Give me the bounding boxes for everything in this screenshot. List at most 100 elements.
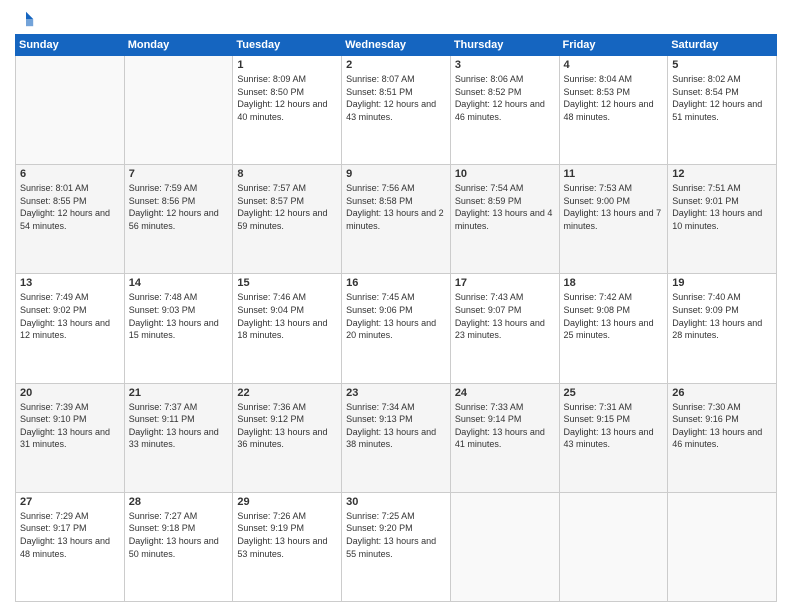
- calendar-cell: 22 Sunrise: 7:36 AM Sunset: 9:12 PM Dayli…: [233, 383, 342, 492]
- day-number: 12: [672, 168, 772, 180]
- calendar-cell: 18 Sunrise: 7:42 AM Sunset: 9:08 PM Dayli…: [559, 274, 668, 383]
- day-number: 10: [455, 168, 555, 180]
- day-info: Sunrise: 7:36 AM Sunset: 9:12 PM Dayligh…: [237, 401, 337, 451]
- day-info: Sunrise: 7:42 AM Sunset: 9:08 PM Dayligh…: [564, 291, 664, 341]
- calendar-cell: 25Sunrise: 7:31 AM Sunset: 9:15 PM Dayli…: [559, 383, 668, 492]
- calendar-cell: 11Sunrise: 7:53 AM Sunset: 9:00 PM Dayli…: [559, 165, 668, 274]
- calendar-header-thursday: Thursday: [450, 35, 559, 56]
- day-info: Sunrise: 7:34 AM Sunset: 9:13 PM Dayligh…: [346, 401, 446, 451]
- day-info: Sunrise: 8:09 AM Sunset: 8:50 PM Dayligh…: [237, 73, 337, 123]
- logo-icon: [17, 10, 35, 28]
- calendar-cell: 17 Sunrise: 7:43 AM Sunset: 9:07 PM Dayli…: [450, 274, 559, 383]
- day-info: Sunrise: 8:07 AM Sunset: 8:51 PM Dayligh…: [346, 73, 446, 123]
- day-number: 11: [564, 168, 664, 180]
- day-number: 8: [237, 168, 337, 180]
- day-info: Sunrise: 7:51 AM Sunset: 9:01 PM Dayligh…: [672, 182, 772, 232]
- calendar-cell: 30 Sunrise: 7:25 AM Sunset: 9:20 PM Dayli…: [342, 492, 451, 601]
- day-number: 24: [455, 387, 555, 399]
- day-number: 16: [346, 277, 446, 289]
- calendar-header-sunday: Sunday: [16, 35, 125, 56]
- day-number: 18: [564, 277, 664, 289]
- calendar-cell: 20 Sunrise: 7:39 AM Sunset: 9:10 PM Dayli…: [16, 383, 125, 492]
- calendar-cell: 27Sunrise: 7:29 AM Sunset: 9:17 PM Dayli…: [16, 492, 125, 601]
- calendar-cell: 26 Sunrise: 7:30 AM Sunset: 9:16 PM Dayli…: [668, 383, 777, 492]
- day-number: 14: [129, 277, 229, 289]
- calendar-cell: 8 Sunrise: 7:57 AM Sunset: 8:57 PM Daylig…: [233, 165, 342, 274]
- day-number: 25: [564, 387, 664, 399]
- day-number: 29: [237, 496, 337, 508]
- calendar-week-row: 27Sunrise: 7:29 AM Sunset: 9:17 PM Dayli…: [16, 492, 777, 601]
- day-number: 15: [237, 277, 337, 289]
- day-number: 23: [346, 387, 446, 399]
- day-number: 26: [672, 387, 772, 399]
- day-number: 3: [455, 59, 555, 71]
- calendar-cell: 10 Sunrise: 7:54 AM Sunset: 8:59 PM Dayli…: [450, 165, 559, 274]
- page: SundayMondayTuesdayWednesdayThursdayFrid…: [0, 0, 792, 612]
- calendar-cell: [668, 492, 777, 601]
- calendar-week-row: 20 Sunrise: 7:39 AM Sunset: 9:10 PM Dayli…: [16, 383, 777, 492]
- day-info: Sunrise: 8:01 AM Sunset: 8:55 PM Dayligh…: [20, 182, 120, 232]
- calendar-cell: [16, 56, 125, 165]
- calendar-cell: 28Sunrise: 7:27 AM Sunset: 9:18 PM Dayli…: [124, 492, 233, 601]
- calendar-cell: 1 Sunrise: 8:09 AM Sunset: 8:50 PM Daylig…: [233, 56, 342, 165]
- calendar-cell: 4 Sunrise: 8:04 AM Sunset: 8:53 PM Daylig…: [559, 56, 668, 165]
- day-number: 19: [672, 277, 772, 289]
- day-info: Sunrise: 7:56 AM Sunset: 8:58 PM Dayligh…: [346, 182, 446, 232]
- calendar-cell: 16 Sunrise: 7:45 AM Sunset: 9:06 PM Dayli…: [342, 274, 451, 383]
- calendar-header-wednesday: Wednesday: [342, 35, 451, 56]
- calendar-cell: 13 Sunrise: 7:49 AM Sunset: 9:02 PM Dayli…: [16, 274, 125, 383]
- day-info: Sunrise: 7:54 AM Sunset: 8:59 PM Dayligh…: [455, 182, 555, 232]
- day-number: 20: [20, 387, 120, 399]
- day-info: Sunrise: 7:37 AM Sunset: 9:11 PM Dayligh…: [129, 401, 229, 451]
- day-info: Sunrise: 7:57 AM Sunset: 8:57 PM Dayligh…: [237, 182, 337, 232]
- day-number: 13: [20, 277, 120, 289]
- header: [15, 10, 777, 28]
- calendar-cell: 9 Sunrise: 7:56 AM Sunset: 8:58 PM Daylig…: [342, 165, 451, 274]
- day-info: Sunrise: 8:04 AM Sunset: 8:53 PM Dayligh…: [564, 73, 664, 123]
- day-info: Sunrise: 7:59 AM Sunset: 8:56 PM Dayligh…: [129, 182, 229, 232]
- calendar-header-tuesday: Tuesday: [233, 35, 342, 56]
- day-number: 27: [20, 496, 120, 508]
- day-number: 2: [346, 59, 446, 71]
- day-number: 17: [455, 277, 555, 289]
- calendar-cell: 2 Sunrise: 8:07 AM Sunset: 8:51 PM Daylig…: [342, 56, 451, 165]
- calendar-table: SundayMondayTuesdayWednesdayThursdayFrid…: [15, 34, 777, 602]
- day-info: Sunrise: 7:33 AM Sunset: 9:14 PM Dayligh…: [455, 401, 555, 451]
- calendar-cell: 19Sunrise: 7:40 AM Sunset: 9:09 PM Dayli…: [668, 274, 777, 383]
- day-info: Sunrise: 8:06 AM Sunset: 8:52 PM Dayligh…: [455, 73, 555, 123]
- day-number: 1: [237, 59, 337, 71]
- calendar-cell: 24 Sunrise: 7:33 AM Sunset: 9:14 PM Dayli…: [450, 383, 559, 492]
- day-info: Sunrise: 7:27 AM Sunset: 9:18 PM Dayligh…: [129, 510, 229, 560]
- day-number: 9: [346, 168, 446, 180]
- calendar-week-row: 13 Sunrise: 7:49 AM Sunset: 9:02 PM Dayli…: [16, 274, 777, 383]
- day-number: 7: [129, 168, 229, 180]
- calendar-cell: 7 Sunrise: 7:59 AM Sunset: 8:56 PM Daylig…: [124, 165, 233, 274]
- calendar-cell: 14 Sunrise: 7:48 AM Sunset: 9:03 PM Dayli…: [124, 274, 233, 383]
- calendar-header-monday: Monday: [124, 35, 233, 56]
- calendar-header-saturday: Saturday: [668, 35, 777, 56]
- day-number: 22: [237, 387, 337, 399]
- day-info: Sunrise: 7:45 AM Sunset: 9:06 PM Dayligh…: [346, 291, 446, 341]
- day-number: 30: [346, 496, 446, 508]
- day-info: Sunrise: 7:46 AM Sunset: 9:04 PM Dayligh…: [237, 291, 337, 341]
- calendar-week-row: 6 Sunrise: 8:01 AM Sunset: 8:55 PM Daylig…: [16, 165, 777, 274]
- day-number: 21: [129, 387, 229, 399]
- calendar-cell: 5 Sunrise: 8:02 AM Sunset: 8:54 PM Daylig…: [668, 56, 777, 165]
- day-number: 5: [672, 59, 772, 71]
- day-info: Sunrise: 7:48 AM Sunset: 9:03 PM Dayligh…: [129, 291, 229, 341]
- day-number: 6: [20, 168, 120, 180]
- logo: [15, 10, 35, 28]
- calendar-cell: [450, 492, 559, 601]
- day-info: Sunrise: 7:30 AM Sunset: 9:16 PM Dayligh…: [672, 401, 772, 451]
- calendar-header-friday: Friday: [559, 35, 668, 56]
- calendar-cell: [124, 56, 233, 165]
- day-number: 4: [564, 59, 664, 71]
- calendar-cell: 21 Sunrise: 7:37 AM Sunset: 9:11 PM Dayli…: [124, 383, 233, 492]
- day-info: Sunrise: 7:49 AM Sunset: 9:02 PM Dayligh…: [20, 291, 120, 341]
- day-info: Sunrise: 7:39 AM Sunset: 9:10 PM Dayligh…: [20, 401, 120, 451]
- day-info: Sunrise: 7:25 AM Sunset: 9:20 PM Dayligh…: [346, 510, 446, 560]
- calendar-cell: 3 Sunrise: 8:06 AM Sunset: 8:52 PM Daylig…: [450, 56, 559, 165]
- day-info: Sunrise: 7:43 AM Sunset: 9:07 PM Dayligh…: [455, 291, 555, 341]
- calendar-cell: [559, 492, 668, 601]
- day-info: Sunrise: 8:02 AM Sunset: 8:54 PM Dayligh…: [672, 73, 772, 123]
